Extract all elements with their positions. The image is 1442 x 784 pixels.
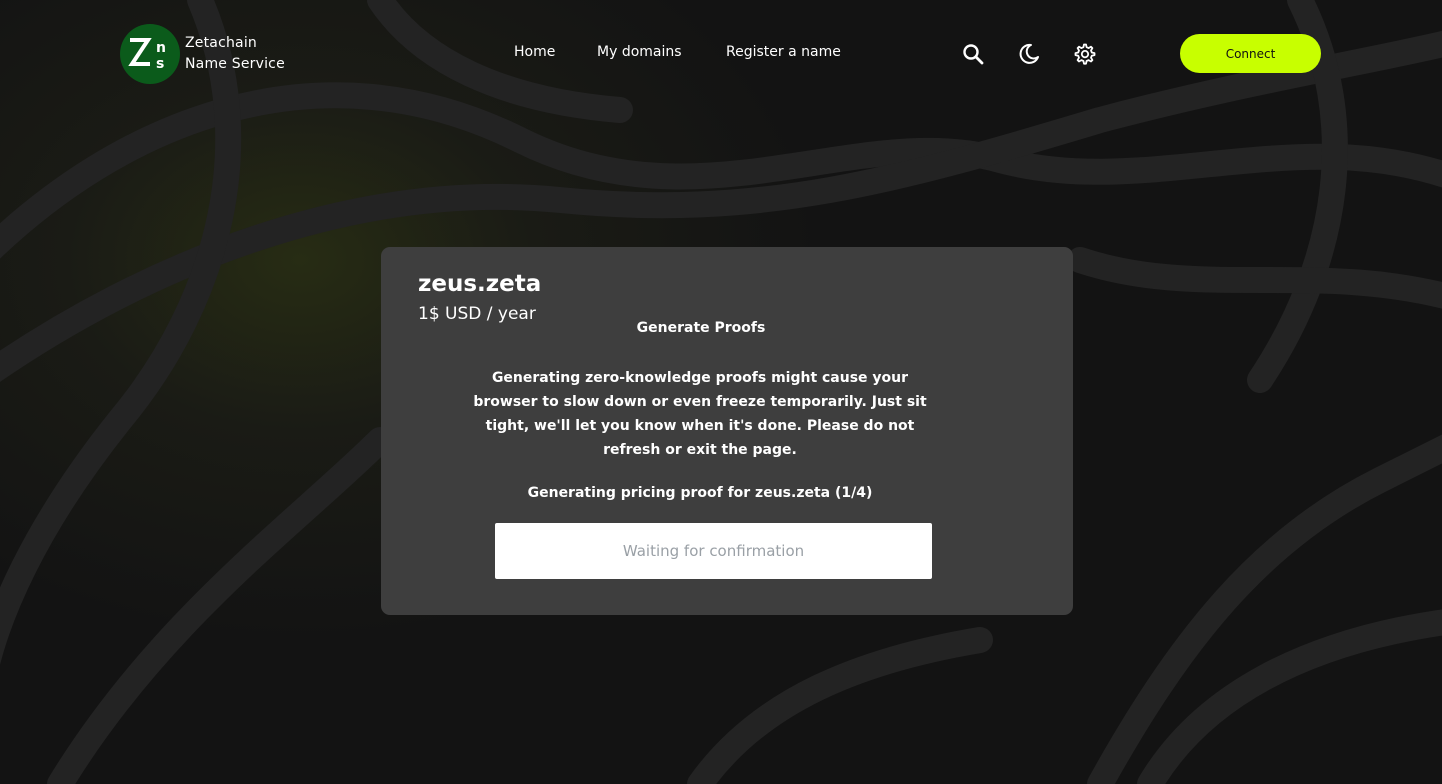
moon-icon[interactable] <box>1017 42 1041 66</box>
logo-line-2: Name Service <box>185 56 285 72</box>
modal-title: Generate Proofs <box>636 320 766 336</box>
modal-description: Generating zero-knowledge proofs might c… <box>473 370 927 458</box>
search-icon[interactable] <box>961 42 985 66</box>
gear-icon[interactable] <box>1073 42 1097 66</box>
svg-text:n: n <box>156 40 166 56</box>
logo[interactable]: n s Zetachain Name Service <box>120 24 285 84</box>
nav-home[interactable]: Home <box>514 44 555 60</box>
logo-badge: n s <box>120 24 180 84</box>
nav-my-domains[interactable]: My domains <box>597 44 682 60</box>
logo-text: Zetachain Name Service <box>185 33 285 75</box>
logo-line-1: Zetachain <box>185 35 257 51</box>
svg-text:s: s <box>156 56 164 72</box>
proof-card: zeus.zeta 1$ USD / year Generate Proofs … <box>381 247 1073 615</box>
domain-name: zeus.zeta <box>418 271 542 297</box>
connect-button[interactable]: Connect <box>1180 34 1321 73</box>
zns-logo-icon: n s <box>128 38 166 72</box>
proof-status: Generating pricing proof for zeus.zeta (… <box>527 485 873 501</box>
app-root: n s Zetachain Name Service Home My domai… <box>0 0 1442 784</box>
waiting-confirmation-box: Waiting for confirmation <box>495 523 932 579</box>
nav-register-name[interactable]: Register a name <box>726 44 841 60</box>
